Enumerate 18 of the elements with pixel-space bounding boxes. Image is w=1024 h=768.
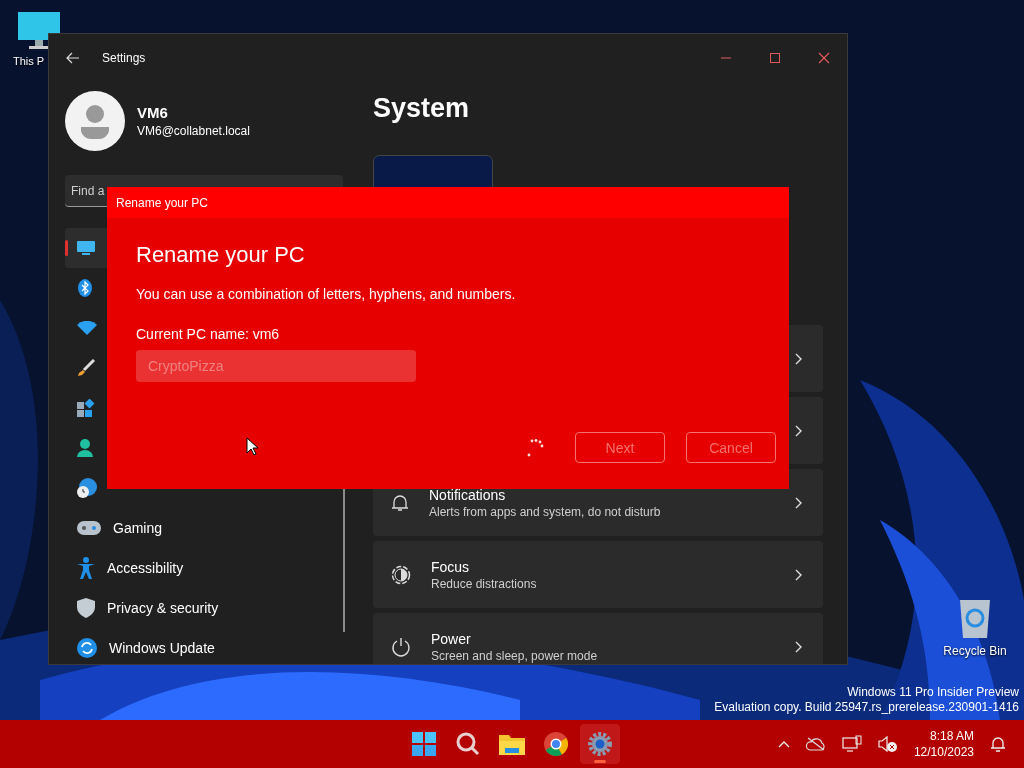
account-email: VM6@collabnet.local [137, 124, 250, 138]
card-subtitle: Alerts from apps and system, do not disturb [429, 504, 661, 519]
dialog-description: You can use a combination of letters, hyphens, and numbers. [136, 286, 517, 302]
account-name: VM6 [137, 104, 169, 121]
card-subtitle: Screen and sleep, power mode [431, 648, 598, 663]
current-name-label: Current PC name: vm6 [136, 326, 281, 342]
card-title: Power [431, 630, 472, 647]
desktop-icon-label: This P [13, 55, 45, 67]
card-title: Notifications [429, 486, 507, 503]
build-watermark-text: Evaluation copy. Build 25947.rs_prerelease.230901-1416 [714, 700, 1019, 715]
window-title: Settings [102, 50, 146, 65]
card-subtitle: Reduce distractions [431, 576, 537, 591]
dialog-title: Rename your PC [116, 195, 209, 210]
build-watermark-text: Windows 11 Pro Insider Preview [847, 685, 1019, 700]
dialog-heading: Rename your PC [136, 242, 306, 268]
page-title: System [373, 93, 471, 124]
desktop-icon-label: Recycle Bin [943, 644, 1007, 658]
card-title: Focus [431, 558, 471, 575]
